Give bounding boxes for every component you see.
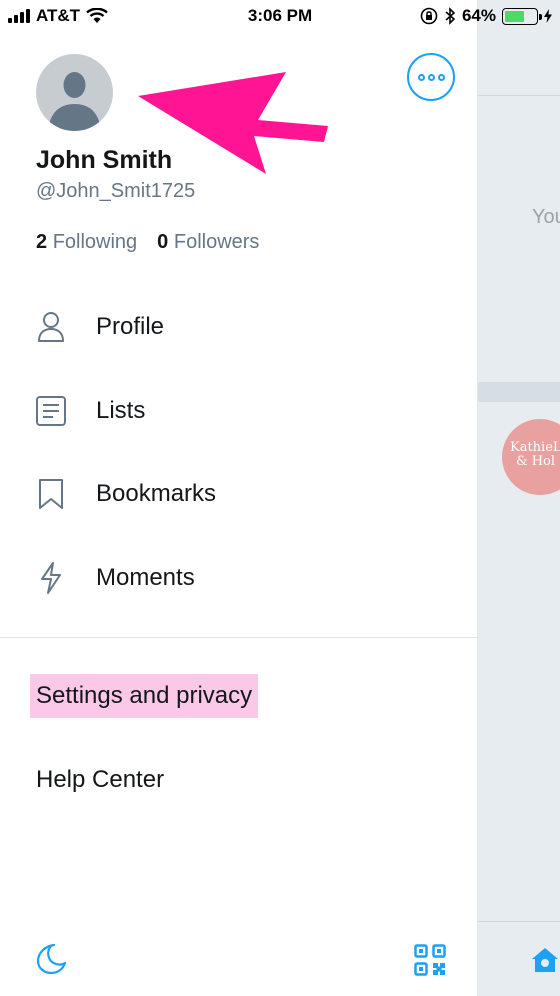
menu-item-lists[interactable]: Lists [36, 391, 145, 431]
background-avatar: KathieL & Hol [502, 419, 560, 495]
profile-display-name[interactable]: John Smith [36, 146, 172, 175]
followers-count: 0 [157, 231, 169, 253]
status-bar: AT&T 3:06 PM 64% [0, 0, 560, 32]
night-mode-moon-icon[interactable] [34, 942, 68, 981]
battery-percent: 64% [461, 6, 496, 25]
follow-stats: 2 Following 0 Followers [36, 231, 259, 254]
menu-item-moments[interactable]: Moments [36, 558, 195, 598]
menu-label-moments: Moments [96, 564, 195, 591]
menu-label-lists: Lists [96, 397, 146, 424]
menu-divider [0, 637, 478, 638]
background-avatar-text-2: & Hol [516, 454, 556, 469]
menu-item-bookmarks[interactable]: Bookmarks [36, 474, 216, 514]
profile-handle: @John_Smit1725 [36, 180, 196, 202]
side-drawer: John Smith @John_Smit1725 2 Following 0 … [0, 0, 478, 996]
menu-label-profile: Profile [96, 313, 165, 340]
menu-item-profile[interactable]: Profile [36, 307, 164, 347]
more-options-button[interactable] [407, 53, 455, 101]
followers-link[interactable]: 0 Followers [157, 231, 259, 254]
background-tab-bar [478, 921, 560, 996]
person-icon [36, 311, 66, 343]
menu-label-bookmarks: Bookmarks [96, 480, 217, 507]
following-label: Following [52, 231, 138, 253]
home-icon [530, 946, 560, 979]
background-timeline: You KathieL & Hol [478, 0, 560, 996]
profile-avatar[interactable] [36, 54, 113, 131]
battery-fill [505, 10, 525, 22]
default-avatar-icon [48, 72, 101, 131]
list-icon [36, 395, 66, 427]
help-center-link[interactable]: Help Center [36, 766, 164, 794]
bookmark-icon [36, 478, 66, 510]
orientation-lock-icon [420, 7, 438, 25]
battery-icon [502, 7, 542, 25]
following-link[interactable]: 2 Following [36, 231, 137, 254]
followers-label: Followers [173, 231, 260, 253]
background-avatar-text-1: KathieL [510, 440, 560, 455]
background-section: You [478, 96, 560, 382]
charging-bolt-icon [544, 9, 552, 23]
qr-code-icon[interactable] [414, 944, 446, 981]
bluetooth-icon [445, 7, 456, 25]
background-divider [478, 382, 560, 402]
following-count: 2 [36, 231, 48, 253]
background-partial-text: You [532, 206, 560, 228]
lightning-icon [36, 562, 66, 594]
settings-and-privacy-link[interactable]: Settings and privacy [30, 674, 259, 718]
